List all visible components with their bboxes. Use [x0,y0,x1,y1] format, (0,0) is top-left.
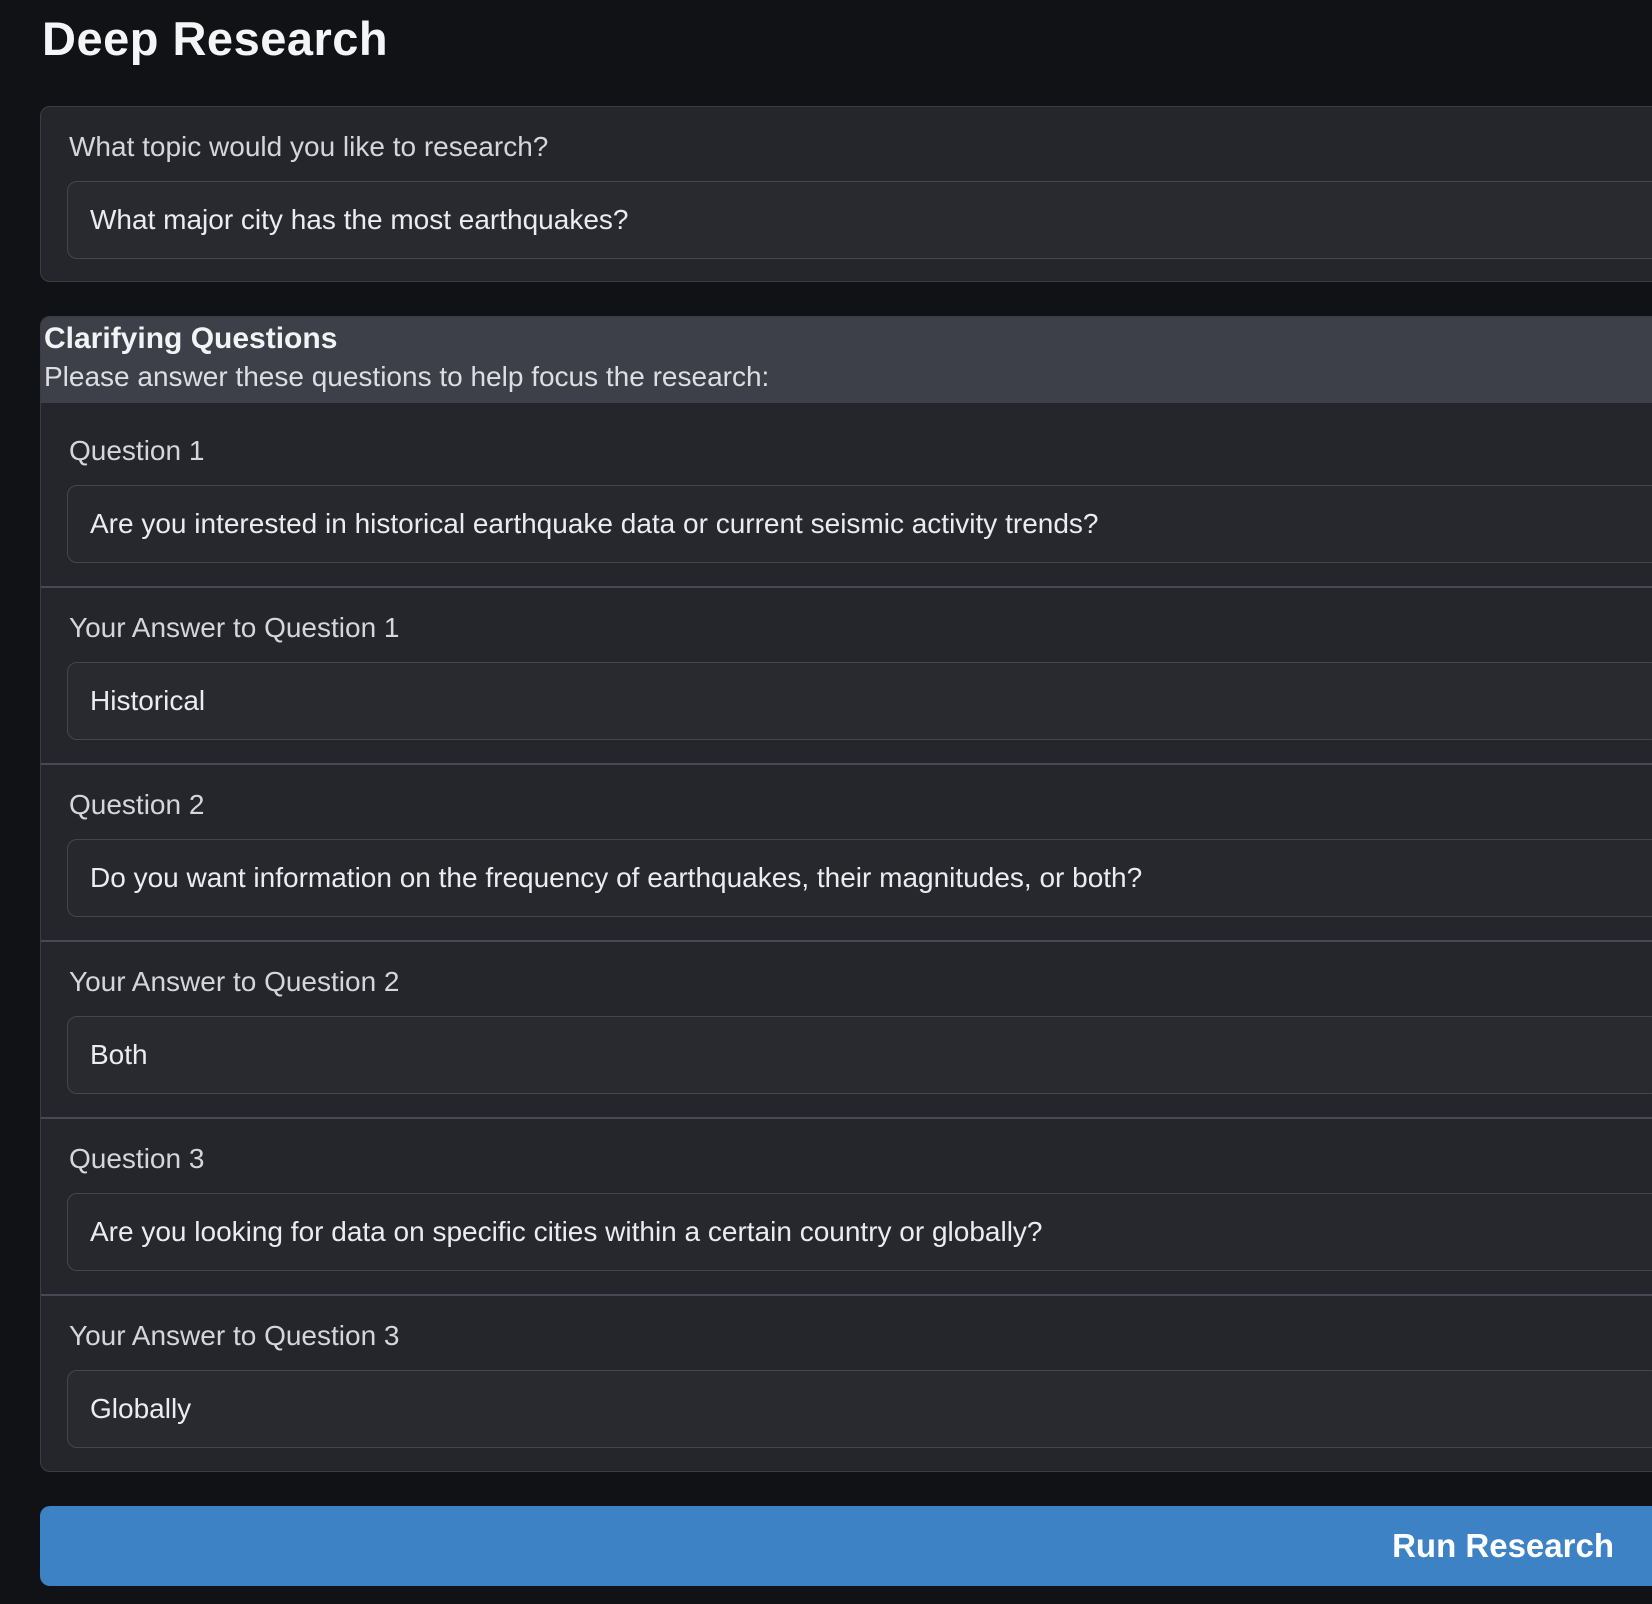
question-2-label: Question 2 [69,789,1652,821]
clarifying-header: Clarifying Questions Please answer these… [41,317,1652,403]
answer-2-block: Your Answer to Question 2 Both [41,940,1652,1117]
question-2-text: Do you want information on the frequency… [67,839,1652,917]
answer-1-block: Your Answer to Question 1 Historical [41,586,1652,763]
answer-3-input[interactable]: Globally [67,1370,1652,1448]
answer-3-block: Your Answer to Question 3 Globally [41,1294,1652,1471]
clarifying-subtitle: Please answer these questions to help fo… [44,359,1652,395]
topic-input[interactable]: What major city has the most earthquakes… [67,181,1652,259]
topic-card: What topic would you like to research? W… [40,106,1652,282]
answer-1-label: Your Answer to Question 1 [69,612,1652,644]
answer-3-label: Your Answer to Question 3 [69,1320,1652,1352]
question-1-text: Are you interested in historical earthqu… [67,485,1652,563]
run-research-button[interactable]: Run Research [40,1506,1652,1586]
question-1-label: Question 1 [69,435,1652,467]
question-3-block: Question 3 Are you looking for data on s… [41,1117,1652,1294]
question-2-block: Question 2 Do you want information on th… [41,763,1652,940]
page-title: Deep Research [42,10,1652,68]
answer-1-input[interactable]: Historical [67,662,1652,740]
question-3-text: Are you looking for data on specific cit… [67,1193,1652,1271]
clarifying-questions-group: Clarifying Questions Please answer these… [40,316,1652,1472]
run-research-label: Run Research [1392,1527,1614,1565]
topic-label: What topic would you like to research? [69,131,1652,163]
answer-2-input[interactable]: Both [67,1016,1652,1094]
page: Deep Research What topic would you like … [0,10,1652,1586]
question-3-label: Question 3 [69,1143,1652,1175]
answer-2-label: Your Answer to Question 2 [69,966,1652,998]
clarifying-title: Clarifying Questions [44,319,1652,359]
question-1-block: Question 1 Are you interested in histori… [41,403,1652,586]
